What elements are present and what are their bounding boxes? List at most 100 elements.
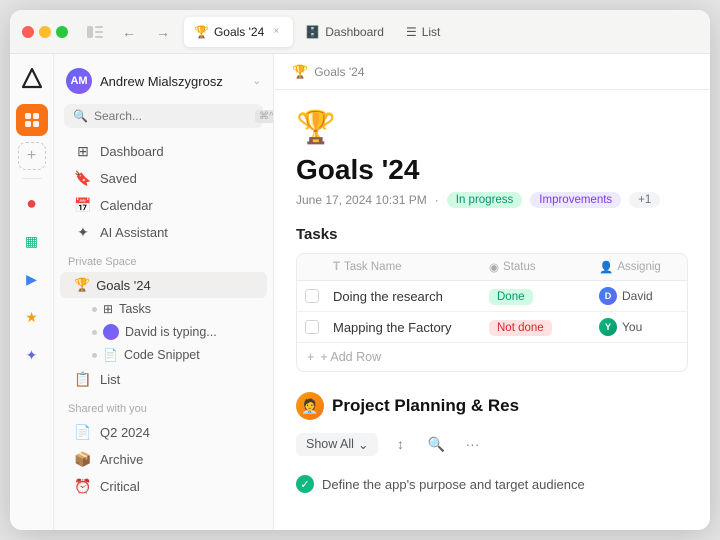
sidebar-item-saved[interactable]: 🔖 Saved [60,165,267,192]
task-name: Mapping the Factory [333,320,489,335]
tab-list[interactable]: ☰ List [396,17,450,47]
search-shortcut: ⌘^F [255,110,274,123]
breadcrumb: 🏆 Goals '24 [274,54,710,90]
more-badge[interactable]: +1 [629,192,660,208]
app-logo [18,64,46,92]
project-toolbar: Show All ⌄ ↕ 🔍 ··· [296,430,688,458]
rail-divider [22,178,42,179]
sidebar-item-ai[interactable]: ✦ AI Assistant [60,219,267,246]
tab-bar: 🏆 Goals '24 × 🗄️ Dashboard ☰ List [184,17,698,47]
add-row-button[interactable]: + + Add Row [297,343,687,371]
sidebar-item-calendar[interactable]: 📅 Calendar [60,192,267,219]
search-button[interactable]: 🔍 [422,430,450,458]
plus-icon: + [307,350,314,364]
search-input[interactable] [94,109,249,123]
show-all-button[interactable]: Show All ⌄ [296,433,378,456]
dot-icon [92,307,97,312]
row-status: Not done [489,318,599,336]
close-window-button[interactable] [22,26,34,38]
sidebar-item-label: Calendar [100,198,153,213]
rail-item-app2[interactable]: ● [16,187,48,219]
row-assignee: D David [599,287,679,305]
private-section-label: Private Space [54,246,273,272]
row-status: Done [489,287,599,305]
main-layout: + ● ▦ ▶ ★ ✦ AM Andrew Mialszygrosz ⌄ 🔍 ⌘… [10,54,710,530]
sidebar-item-list[interactable]: 📋 List [60,366,267,393]
page-emoji: 🏆 [296,108,688,146]
back-button[interactable]: ← [116,19,142,45]
sidebar-item-label: Code Snippet [124,348,200,362]
code-icon: 📄 [103,348,118,362]
breadcrumb-icon: 🏆 [292,64,308,80]
rail-item-app6[interactable]: ✦ [16,339,48,371]
sidebar-item-label: List [100,372,120,387]
goals-icon: 🏆 [74,277,90,293]
avatar [103,324,119,340]
tasks-section-title: Tasks [296,226,688,243]
sidebar-item-label: AI Assistant [100,225,168,240]
tab-dashboard[interactable]: 🗄️ Dashboard [295,17,394,47]
table-row: Doing the research Done D David [297,281,687,312]
forward-button[interactable]: → [150,19,176,45]
assignee-icon: 👤 [599,260,613,274]
project-avatar: 🧑‍💼 [296,392,324,420]
sidebar-item-dashboard[interactable]: ⊞ Dashboard [60,138,267,165]
tab-goals-icon: 🏆 [194,25,209,39]
status-badge: Not done [489,320,552,336]
tab-goals-label: Goals '24 [214,25,264,39]
sidebar-item-critical[interactable]: ⏰ Critical [60,473,267,500]
tab-dashboard-label: Dashboard [325,25,384,39]
sidebar-item-q2[interactable]: 📄 Q2 2024 [60,419,267,446]
header-checkbox [305,260,333,274]
rail-add-button[interactable]: + [18,142,46,170]
titlebar: ← → 🏆 Goals '24 × 🗄️ Dashboard ☰ List [10,10,710,54]
archive-icon: 📦 [74,451,92,468]
status-badge: Done [489,289,533,305]
clock-icon: ⏰ [74,478,92,495]
project-item-text: Define the app's purpose and target audi… [322,477,585,492]
minimize-window-button[interactable] [39,26,51,38]
dot-icon [92,353,97,358]
project-header: 🧑‍💼 Project Planning & Res [296,392,688,420]
table-header: T Task Name ◉ Status 👤 Assignig [297,254,687,281]
sidebar-item-label: Saved [100,171,137,186]
check-icon: ✓ [296,475,314,493]
sidebar-item-goals[interactable]: 🏆 Goals '24 [60,272,267,298]
sidebar-user[interactable]: AM Andrew Mialszygrosz ⌄ [54,64,273,104]
tab-list-icon: ☰ [406,25,417,39]
rail-item-app3[interactable]: ▦ [16,225,48,257]
row-checkbox[interactable] [305,289,319,303]
sidebar-toggle-button[interactable] [82,19,108,45]
more-options-button[interactable]: ··· [458,430,486,458]
table-row: Mapping the Factory Not done Y You [297,312,687,343]
sidebar-item-code-snippet[interactable]: 📄 Code Snippet [60,344,267,366]
header-task-name: T Task Name [333,260,489,274]
sidebar-item-label: Archive [100,452,143,467]
shared-section-label: Shared with you [54,393,273,419]
tab-goals[interactable]: 🏆 Goals '24 × [184,17,293,47]
status-badge[interactable]: In progress [447,192,523,208]
avatar: D [599,287,617,305]
rail-item-active-app[interactable] [16,104,48,136]
content-body: 🏆 Goals '24 June 17, 2024 10:31 PM · In … [274,90,710,530]
chevron-down-icon: ⌄ [253,76,261,87]
sidebar-item-david[interactable]: David is typing... [60,320,267,344]
task-name: Doing the research [333,289,489,304]
row-checkbox[interactable] [305,320,319,334]
header-assignee: 👤 Assignig [599,260,679,274]
breadcrumb-label: Goals '24 [314,65,364,79]
sort-button[interactable]: ↕ [386,430,414,458]
sidebar-user-name: Andrew Mialszygrosz [100,74,245,89]
sidebar-item-label: Goals '24 [96,278,151,293]
sidebar-item-label: Tasks [119,302,151,316]
improvements-badge[interactable]: Improvements [530,192,621,208]
rail-item-app5[interactable]: ★ [16,301,48,333]
maximize-window-button[interactable] [56,26,68,38]
tab-close-button[interactable]: × [269,25,283,39]
status-icon: ◉ [489,260,499,274]
sidebar-item-archive[interactable]: 📦 Archive [60,446,267,473]
saved-icon: 🔖 [74,170,92,187]
sidebar-item-tasks[interactable]: ⊞ Tasks [60,298,267,320]
project-title: Project Planning & Res [332,396,519,416]
rail-item-app4[interactable]: ▶ [16,263,48,295]
